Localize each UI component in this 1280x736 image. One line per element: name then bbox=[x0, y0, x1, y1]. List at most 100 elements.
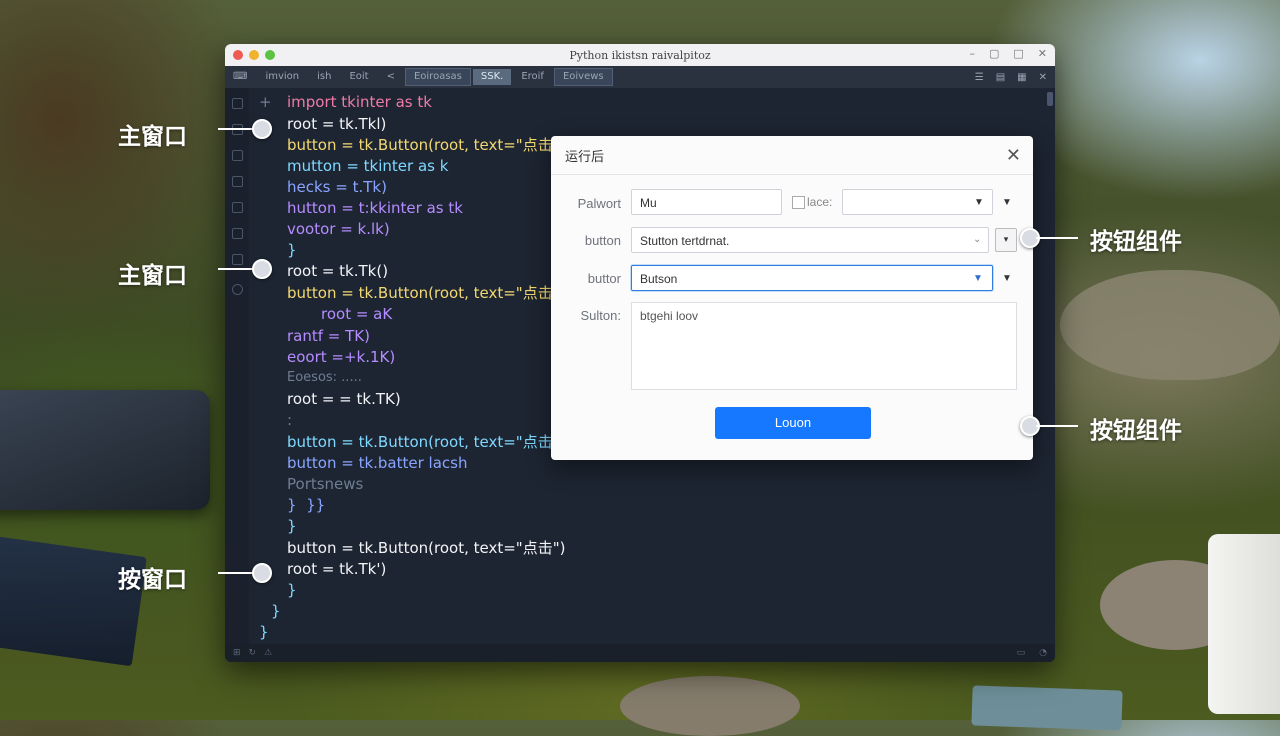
code-line: button = tk.Button(root, text="点击" bbox=[287, 136, 560, 154]
annotation-button-widget: 按钮组件 bbox=[1090, 418, 1182, 444]
encoding-icon[interactable]: ▭ bbox=[1017, 648, 1026, 658]
file-icon[interactable]: ▤ bbox=[996, 72, 1005, 83]
annotation-main-window: 主窗口 bbox=[118, 263, 187, 289]
window-title: Python ikistsn raivalpitoz bbox=[569, 48, 711, 62]
tab-ish[interactable]: ish bbox=[309, 69, 339, 85]
status-right: ▭ ◔ bbox=[1017, 648, 1047, 658]
text-area-label: Sulton: bbox=[580, 308, 621, 323]
tab-ssk[interactable]: SSK. bbox=[472, 69, 512, 85]
annotation-button-widget: 按钮组件 bbox=[1090, 229, 1182, 255]
status-bar: ⊞ ↻ ⚠ ▭ ◔ bbox=[225, 644, 1055, 662]
annotation-marker bbox=[252, 259, 272, 279]
run-icon[interactable] bbox=[232, 176, 243, 187]
code-line: hutton = t:kkinter as tk bbox=[287, 199, 463, 217]
chevron-down-icon[interactable]: ▼ bbox=[1002, 273, 1012, 284]
chevron-down-icon[interactable]: ▼ bbox=[974, 197, 984, 208]
ide-toolbar: ⌨ imvion ish Eoit < Eoiroasas SSK. Eroif… bbox=[225, 66, 1055, 88]
outline-icon[interactable] bbox=[232, 228, 243, 239]
source-control-icon[interactable] bbox=[232, 150, 243, 161]
code-line: } bbox=[287, 517, 297, 535]
code-line: } }} bbox=[287, 496, 326, 514]
spin-button[interactable]: ▾ bbox=[995, 228, 1017, 252]
background-card bbox=[971, 685, 1123, 731]
password-input[interactable]: Mu bbox=[631, 189, 782, 215]
activity-gutter bbox=[225, 88, 249, 644]
code-line: rantf = TK) bbox=[287, 327, 370, 345]
code-line: root = tk.Tk') bbox=[287, 560, 387, 578]
annotation-leader bbox=[1036, 237, 1078, 239]
chevron-down-icon[interactable]: ⌄ bbox=[973, 234, 981, 245]
code-line: root = aK bbox=[321, 305, 393, 323]
code-line: root = tk.Tk() bbox=[287, 262, 389, 280]
close-icon[interactable]: ✕ bbox=[1038, 47, 1047, 60]
restore-icon[interactable]: ▢ bbox=[989, 47, 999, 60]
tab-imvion[interactable]: imvion bbox=[257, 69, 307, 85]
maximize-icon[interactable]: □ bbox=[1013, 47, 1023, 60]
code-line: Eoesos: ..... bbox=[287, 370, 362, 385]
run-result-dialog: 运行后 ✕ Palwort Mu lace: ▼ ▼ button Stutto… bbox=[551, 136, 1033, 460]
annotation-leader bbox=[1036, 425, 1078, 427]
annotation-marker bbox=[252, 119, 272, 139]
code-line: button = tk.Button(root, text="点击" bbox=[287, 284, 560, 302]
code-line: button = tk.batter lacsh bbox=[287, 454, 468, 472]
action-button[interactable]: Louon bbox=[715, 407, 871, 439]
tab-eoiroasas[interactable]: Eoiroasas bbox=[404, 68, 471, 86]
close-tab-icon[interactable]: ✕ bbox=[1039, 72, 1047, 83]
chevron-down-icon[interactable]: ▼ bbox=[973, 273, 983, 284]
code-line: button = tk.Button(root, text="点击 bbox=[287, 433, 553, 451]
toolbar-menu-icon[interactable]: ⌨ bbox=[225, 69, 255, 85]
button-select-label: buttor bbox=[587, 271, 621, 286]
annotation-marker bbox=[252, 563, 272, 583]
test-icon[interactable] bbox=[232, 254, 243, 265]
code-line: root = tk.Tkl) bbox=[287, 115, 387, 133]
sync-icon[interactable]: ↻ bbox=[249, 648, 257, 658]
code-line: } bbox=[271, 602, 281, 620]
tab-eroif[interactable]: Eroif bbox=[513, 69, 552, 85]
bell-icon[interactable]: ◔ bbox=[1039, 648, 1047, 658]
background-book bbox=[0, 533, 147, 667]
annotation-main-window: 主窗口 bbox=[118, 124, 187, 150]
code-line: : bbox=[287, 411, 293, 429]
option-checkbox[interactable] bbox=[792, 196, 805, 209]
code-line: } bbox=[287, 581, 297, 599]
background-rock bbox=[620, 676, 800, 736]
toolbar-tools: ☰ ▤ ▦ ✕ bbox=[975, 72, 1055, 83]
explorer-icon[interactable] bbox=[232, 98, 243, 109]
branch-icon[interactable]: ⊞ bbox=[233, 648, 241, 658]
chevron-down-icon[interactable]: ▼ bbox=[1002, 197, 1012, 208]
checkbox-label: lace: bbox=[807, 195, 833, 209]
button-combobox[interactable]: Butson bbox=[631, 265, 993, 291]
background-rock bbox=[1060, 270, 1280, 380]
tab-back[interactable]: < bbox=[379, 69, 403, 85]
background-speaker bbox=[0, 390, 210, 510]
extensions-icon[interactable] bbox=[232, 202, 243, 213]
grid-icon[interactable]: ▦ bbox=[1017, 72, 1026, 83]
code-line: button = tk.Button(root, text="点击") bbox=[287, 539, 566, 557]
code-line: } bbox=[287, 241, 297, 259]
ide-titlebar: Python ikistsn raivalpitoz – ▢ □ ✕ bbox=[225, 44, 1055, 66]
button-field-label: button bbox=[584, 233, 621, 248]
minimize-icon[interactable]: – bbox=[969, 47, 975, 60]
tab-eoivews[interactable]: Eoivews bbox=[553, 68, 613, 86]
password-label: Palwort bbox=[577, 196, 621, 211]
code-line: mutton = tkinter as k bbox=[287, 157, 449, 175]
annotation-window: 按窗口 bbox=[118, 567, 187, 593]
code-line: vootor = k.lk) bbox=[287, 220, 390, 238]
code-line: import tkinter as tk bbox=[287, 93, 432, 111]
text-area[interactable]: btgehi loov bbox=[631, 302, 1017, 390]
code-line: hecks = t.Tk) bbox=[287, 178, 387, 196]
list-icon[interactable]: ☰ bbox=[975, 72, 984, 83]
code-line: } bbox=[259, 623, 269, 641]
close-icon[interactable]: ✕ bbox=[1006, 145, 1021, 166]
fold-plus-icon[interactable]: + bbox=[259, 92, 272, 112]
editor-scrollbar[interactable] bbox=[1047, 92, 1053, 106]
dialog-header: 运行后 ✕ bbox=[551, 136, 1033, 175]
background-mug bbox=[1208, 534, 1280, 714]
code-line: root = = tk.TK) bbox=[287, 390, 401, 408]
settings-icon[interactable] bbox=[232, 284, 243, 295]
problems-icon[interactable]: ⚠ bbox=[264, 648, 272, 658]
option-select[interactable] bbox=[842, 189, 993, 215]
code-line: Portsnews bbox=[287, 475, 364, 493]
tab-eoit[interactable]: Eoit bbox=[341, 69, 376, 85]
button-text-select[interactable]: Stutton tertdrnat. bbox=[631, 227, 989, 253]
